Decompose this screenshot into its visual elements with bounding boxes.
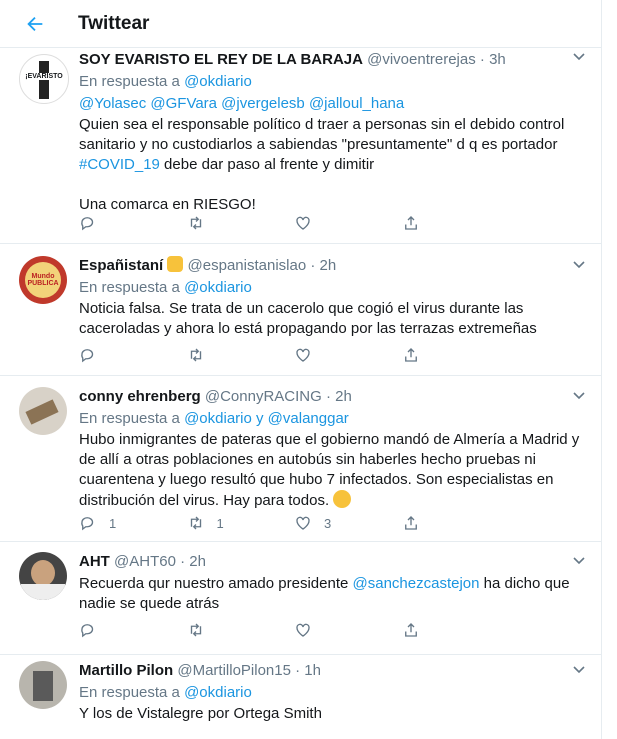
- timestamp[interactable]: 2h: [189, 553, 206, 570]
- retweet-button[interactable]: [187, 346, 295, 364]
- display-name[interactable]: Martillo Pilon: [79, 662, 173, 679]
- display-name[interactable]: AHT: [79, 553, 110, 570]
- timestamp[interactable]: 1h: [304, 662, 321, 679]
- tweet-header: Españistaní @espanistanislao · 2h: [79, 256, 337, 274]
- tweet-actions: 1 1 3: [79, 514, 509, 532]
- avatar-text: ¡EVARISTO: [20, 73, 68, 80]
- avatar[interactable]: [19, 552, 67, 600]
- like-button[interactable]: [294, 346, 402, 364]
- heart-icon: [296, 348, 310, 362]
- tweet-text: Hubo inmigrantes de pateras que el gobie…: [79, 431, 580, 509]
- heart-icon: [296, 623, 310, 637]
- chevron-down-icon[interactable]: [573, 554, 585, 568]
- reply-icon: [81, 217, 94, 231]
- like-count: 3: [324, 515, 332, 531]
- timestamp[interactable]: 2h: [320, 257, 337, 274]
- reply-button[interactable]: [79, 214, 187, 232]
- share-button[interactable]: [402, 621, 510, 639]
- user-handle[interactable]: @ConnyRACING: [205, 388, 322, 405]
- chevron-down-icon[interactable]: [573, 258, 585, 272]
- tweet-actions: [79, 346, 509, 364]
- user-handle[interactable]: @espanistanislao: [188, 257, 307, 274]
- tweet-text: Y los de Vistalegre por Ortega Smith: [79, 705, 322, 722]
- display-name[interactable]: Españistaní: [79, 257, 163, 274]
- reply-context: En respuesta a @okdiario: [79, 684, 252, 701]
- retweet-button[interactable]: [187, 214, 295, 232]
- share-button[interactable]: [402, 514, 510, 532]
- tweet-header: AHT @AHT60 · 2h: [79, 553, 206, 570]
- reply-icon: [81, 624, 94, 638]
- page-title: Twittear: [78, 12, 150, 34]
- fist-emoji-icon: [167, 256, 184, 272]
- reply-icon: [81, 517, 94, 531]
- avatar[interactable]: ¡EVARISTO: [19, 54, 69, 104]
- tweet-header: Martillo Pilon @MartilloPilon15 · 1h: [79, 662, 321, 679]
- tweet-text: Recuerda qur nuestro amado presidente @s…: [79, 575, 570, 612]
- hashtag-link[interactable]: #COVID_19: [79, 156, 160, 173]
- avatar[interactable]: [19, 661, 67, 709]
- tweet-3[interactable]: conny ehrenberg @ConnyRACING · 2h En res…: [0, 376, 601, 542]
- retweet-icon: [190, 623, 201, 637]
- avatar[interactable]: [19, 387, 67, 435]
- reply-to-link[interactable]: @okdiario: [184, 279, 252, 296]
- tweet-2[interactable]: Mundo PUBLICA Españistaní @espanistanisl…: [0, 244, 601, 376]
- chevron-down-icon[interactable]: [573, 50, 585, 64]
- tweet-actions: [79, 621, 509, 639]
- avatar[interactable]: Mundo PUBLICA: [19, 256, 67, 304]
- like-button[interactable]: [294, 214, 402, 232]
- expressionless-emoji-icon: [333, 490, 352, 508]
- reply-button[interactable]: 1: [79, 514, 187, 532]
- mentions[interactable]: @Yolasec @GFVara @jvergelesb @jalloul_ha…: [79, 94, 584, 114]
- tweet-text: Noticia falsa. Se trata de un cacerolo q…: [79, 300, 537, 337]
- user-handle[interactable]: @MartilloPilon15: [177, 662, 291, 679]
- display-name[interactable]: conny ehrenberg: [79, 388, 201, 405]
- share-icon: [404, 348, 417, 362]
- heart-icon: [296, 516, 310, 530]
- tweet-1[interactable]: ¡EVARISTO SOY EVARISTO EL REY DE LA BARA…: [0, 48, 601, 244]
- tweet-actions: [79, 214, 509, 232]
- reply-button[interactable]: [79, 621, 187, 639]
- share-icon: [404, 516, 417, 530]
- timestamp[interactable]: 2h: [335, 388, 352, 405]
- heart-icon: [296, 216, 310, 230]
- user-handle[interactable]: @AHT60: [114, 553, 176, 570]
- share-button[interactable]: [402, 346, 510, 364]
- avatar-text: Mundo PUBLICA: [27, 273, 59, 287]
- retweet-icon: [190, 516, 201, 530]
- reply-button[interactable]: [79, 346, 187, 364]
- tweet-4[interactable]: AHT @AHT60 · 2h Recuerda qur nuestro ama…: [0, 542, 601, 655]
- retweet-count: 1: [216, 515, 224, 531]
- retweet-icon: [190, 216, 201, 230]
- reply-count: 1: [109, 515, 117, 531]
- tweet-text-2: Una comarca en RIESGO!: [79, 196, 256, 213]
- tweet-5[interactable]: Martillo Pilon @MartilloPilon15 · 1h En …: [0, 655, 601, 739]
- user-handle[interactable]: @vivoentrerejas: [367, 51, 476, 68]
- retweet-button[interactable]: [187, 621, 295, 639]
- chevron-down-icon[interactable]: [573, 389, 585, 403]
- back-arrow-icon[interactable]: [24, 13, 46, 35]
- reply-to-link[interactable]: @okdiario: [184, 684, 252, 701]
- tweet-text: Quien sea el responsable político d trae…: [79, 116, 565, 173]
- retweet-button[interactable]: 1: [187, 514, 295, 532]
- reply-icon: [81, 349, 94, 363]
- column-divider: [601, 0, 602, 739]
- tweet-header: conny ehrenberg @ConnyRACING · 2h: [79, 388, 352, 405]
- share-button[interactable]: [402, 214, 510, 232]
- like-button[interactable]: [294, 621, 402, 639]
- reply-context: En respuesta a @okdiario: [79, 73, 252, 90]
- top-bar: Twittear: [0, 0, 602, 48]
- reply-context: En respuesta a @okdiario: [79, 279, 252, 296]
- share-icon: [404, 623, 417, 637]
- share-icon: [404, 216, 417, 230]
- mention-link[interactable]: @sanchezcastejon: [353, 575, 480, 592]
- timestamp[interactable]: 3h: [489, 51, 506, 68]
- reply-to-link[interactable]: @okdiario y @valanggar: [184, 410, 349, 427]
- tweet-header: SOY EVARISTO EL REY DE LA BARAJA @vivoen…: [79, 51, 506, 68]
- reply-context: En respuesta a @okdiario y @valanggar: [79, 410, 349, 427]
- like-button[interactable]: 3: [294, 514, 402, 532]
- chevron-down-icon[interactable]: [573, 663, 585, 677]
- reply-to-link[interactable]: @okdiario: [184, 73, 252, 90]
- retweet-icon: [190, 348, 201, 362]
- display-name[interactable]: SOY EVARISTO EL REY DE LA BARAJA: [79, 51, 363, 68]
